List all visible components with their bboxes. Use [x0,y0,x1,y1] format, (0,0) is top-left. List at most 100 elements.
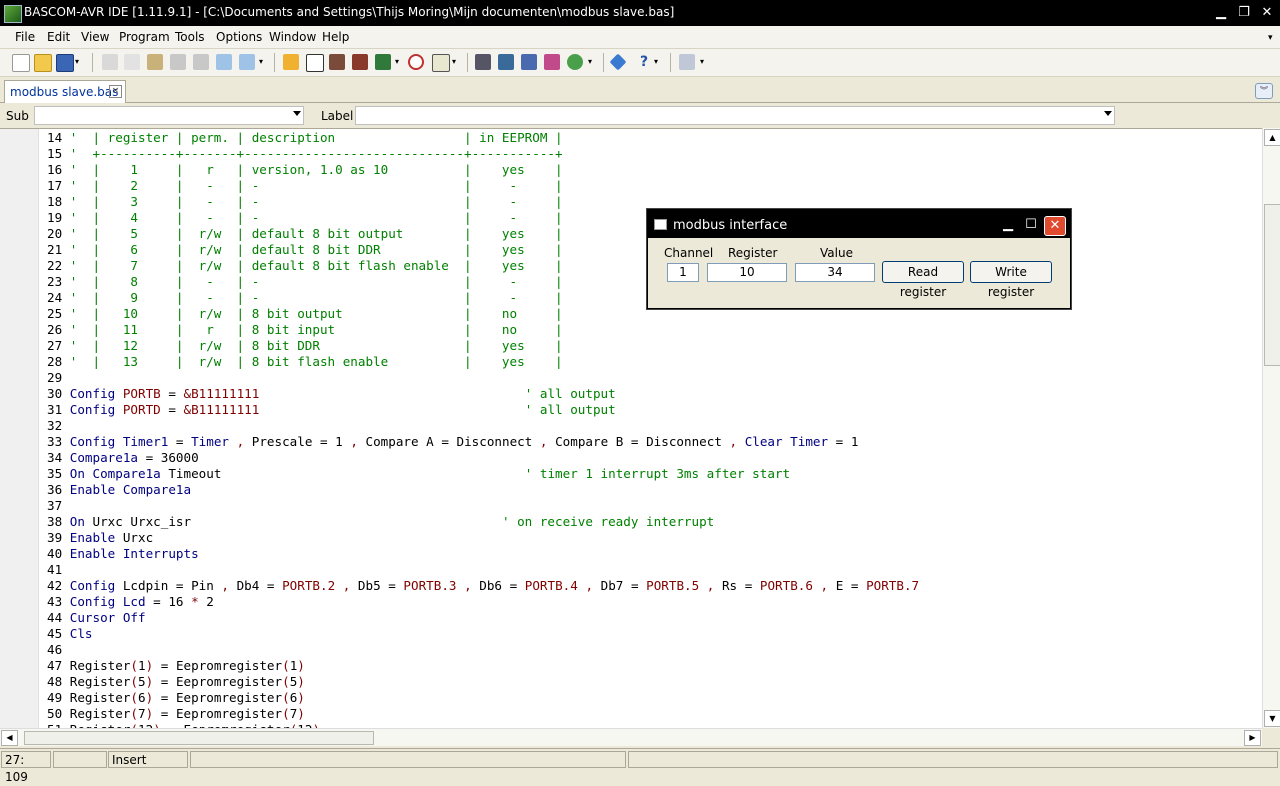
code-line[interactable]: 29 [47,370,919,386]
label-combobox[interactable] [355,106,1115,125]
sub-combobox[interactable] [34,106,304,125]
code-line[interactable]: 50 Register(7) = Eepromregister(7) [47,706,919,722]
lcd-designer-icon[interactable] [475,54,491,70]
save-dropdown-icon[interactable]: ▾ [75,57,81,66]
code-line[interactable]: 31 Config PORTD = &B11111111 ' all outpu… [47,402,919,418]
code-line[interactable]: 46 [47,642,919,658]
menu-options[interactable]: Options [216,30,262,44]
cursor-position: 27: 109 [1,751,51,784]
scroll-right-icon[interactable]: ▶ [1244,730,1261,746]
code-editor[interactable]: 14 ' | register | perm. | description | … [0,128,1262,729]
info-icon[interactable] [609,53,627,71]
save-icon[interactable] [56,54,74,72]
syntax-check-icon[interactable] [306,54,324,72]
outdent-icon[interactable] [193,54,209,70]
code-line[interactable]: 30 Config PORTB = &B11111111 ' all outpu… [47,386,919,402]
menu-file[interactable]: File [15,30,35,44]
lcd-icon[interactable] [498,54,514,70]
code-line[interactable]: 33 Config Timer1 = Timer , Prescale = 1 … [47,434,919,450]
code-line[interactable]: 36 Enable Compare1a [47,482,919,498]
paste-icon[interactable] [147,54,163,70]
help-dropdown-icon[interactable]: ▾ [654,57,660,66]
code-line[interactable]: 41 [47,562,919,578]
programmer-dropdown-icon[interactable]: ▾ [395,57,401,66]
tab-modbus-slave[interactable]: modbus slave.bas × [4,80,126,103]
library-icon[interactable] [544,54,560,70]
search-help-icon[interactable] [679,54,695,70]
pin-icon[interactable] [521,54,537,70]
code-line[interactable]: 39 Enable Urxc [47,530,919,546]
help-icon[interactable]: ? [636,54,652,70]
simulator-icon[interactable] [352,54,368,70]
menu-tools[interactable]: Tools [175,30,205,44]
restore-icon[interactable]: ❐ [1234,4,1254,22]
open-folder-icon[interactable] [34,54,52,72]
menu-edit[interactable]: Edit [47,30,70,44]
code-line[interactable]: 40 Enable Interrupts [47,546,919,562]
code-line[interactable]: 34 Compare1a = 36000 [47,450,919,466]
code-line[interactable]: 17 ' | 2 | - | - | - | [47,178,919,194]
code-line[interactable]: 43 Config Lcd = 16 * 2 [47,594,919,610]
tab-list-chevron-icon[interactable]: ︾ [1255,83,1273,99]
compile-icon[interactable] [283,54,299,70]
code-line[interactable]: 28 ' | 13 | r/w | 8 bit flash enable | y… [47,354,919,370]
code-line[interactable]: 38 On Urxc Urxc_isr ' on receive ready i… [47,514,919,530]
search-help-dropdown-icon[interactable]: ▾ [700,57,706,66]
code-line[interactable]: 47 Register(1) = Eepromregister(1) [47,658,919,674]
code-line[interactable]: 32 [47,418,919,434]
scroll-down-icon[interactable]: ▼ [1264,710,1280,727]
terminal-dropdown-icon[interactable]: ▾ [452,57,458,66]
menu-window[interactable]: Window [269,30,316,44]
program-chip-icon[interactable] [329,54,345,70]
cut-icon[interactable] [102,54,118,70]
horizontal-scrollbar[interactable]: ◀ ▶ [0,728,1262,746]
code-line[interactable]: 37 [47,498,919,514]
channel-input[interactable]: 1 [667,263,699,282]
tab-close-icon[interactable]: × [109,85,122,98]
read-register-button[interactable]: Read register [882,261,964,299]
find-icon[interactable] [216,54,232,70]
horizontal-scroll-thumb[interactable] [24,731,374,745]
code-line[interactable]: 15 ' +----------+-------+---------------… [47,146,919,162]
write-register-button[interactable]: Write register [970,261,1052,299]
minimize-icon[interactable]: ▁ [998,216,1018,234]
code-line[interactable]: 44 Cursor Off [47,610,919,626]
code-line[interactable]: 14 ' | register | perm. | description | … [47,130,919,146]
value-input[interactable]: 34 [795,263,875,282]
menubar-chevron-icon[interactable]: ▾ [1268,33,1273,43]
indent-icon[interactable] [170,54,186,70]
vertical-scroll-thumb[interactable] [1264,204,1280,366]
copy-icon[interactable] [124,54,140,70]
register-input[interactable]: 10 [707,263,787,282]
scroll-up-icon[interactable]: ▲ [1264,129,1280,146]
globe-dropdown-icon[interactable]: ▾ [588,57,594,66]
code-line[interactable]: 18 ' | 3 | - | - | - | [47,194,919,210]
programmer-icon[interactable] [375,54,391,70]
find-dropdown-icon[interactable]: ▾ [259,57,265,66]
menu-view[interactable]: View [81,30,109,44]
code-line[interactable]: 42 Config Lcdpin = Pin , Db4 = PORTB.2 ,… [47,578,919,594]
code-line[interactable]: 27 ' | 12 | r/w | 8 bit DDR | yes | [47,338,919,354]
stop-icon[interactable] [408,54,424,70]
close-icon[interactable]: ✕ [1257,4,1277,22]
scroll-left-icon[interactable]: ◀ [1,730,18,746]
code-line[interactable]: 35 On Compare1a Timeout ' timer 1 interr… [47,466,919,482]
code-line[interactable]: 48 Register(5) = Eepromregister(5) [47,674,919,690]
vertical-scrollbar[interactable]: ▲ ▼ [1262,128,1280,728]
code-token: E = [828,578,867,593]
minimize-icon[interactable]: ▁ [1211,4,1231,22]
terminal-icon[interactable] [432,54,450,72]
find-next-icon[interactable] [239,54,255,70]
new-file-icon[interactable] [12,54,30,72]
code-line[interactable]: 45 Cls [47,626,919,642]
close-icon[interactable]: ✕ [1044,216,1066,236]
code-line[interactable]: 49 Register(6) = Eepromregister(6) [47,690,919,706]
code-line[interactable]: 16 ' | 1 | r | version, 1.0 as 10 | yes … [47,162,919,178]
menu-help[interactable]: Help [322,30,349,44]
globe-icon[interactable] [567,54,583,70]
maximize-icon[interactable]: ☐ [1021,216,1041,234]
code-line[interactable]: 26 ' | 11 | r | 8 bit input | no | [47,322,919,338]
menu-program[interactable]: Program [119,30,170,44]
